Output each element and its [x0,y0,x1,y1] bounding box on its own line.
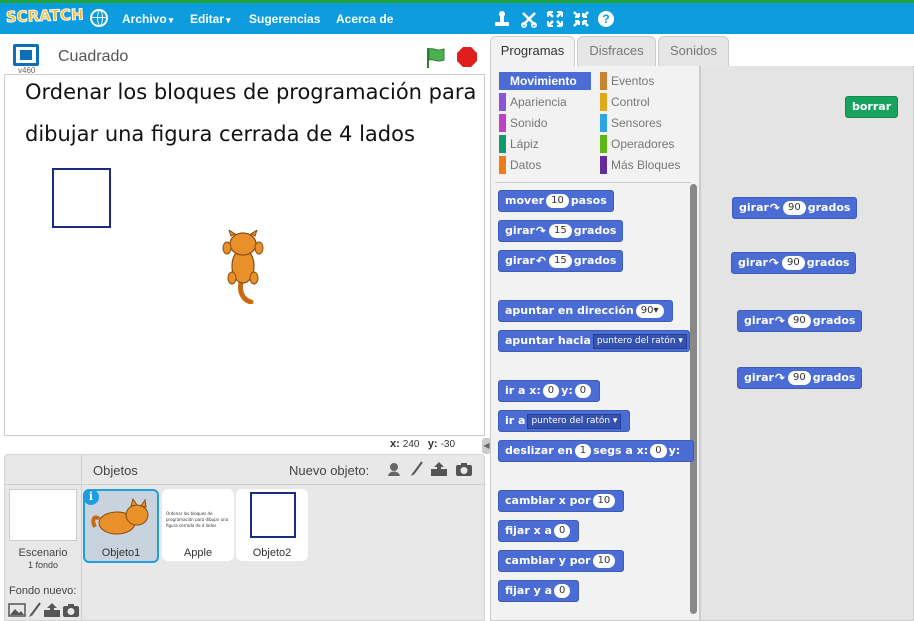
apple-thumbnail-text: Ordenar los bloques de programación para… [166,511,229,528]
block-deslizar[interactable]: deslizar en 1 segs a x: 0 y: [498,440,694,462]
duplicate-icon[interactable] [493,10,511,28]
script-block-girar[interactable]: girar↷ 90 grados [737,310,863,332]
choose-sprite-library-icon[interactable] [385,461,403,477]
category-operadores[interactable]: Operadores [600,135,692,153]
square-thumbnail-icon [250,492,296,538]
help-icon[interactable]: ? [598,11,614,27]
info-icon[interactable]: i [83,489,99,505]
block-apuntar-hacia[interactable]: apuntar hacia puntero del ratón ▾ [498,330,690,352]
stage-text-line1: Ordenar los bloques de programación para [25,80,477,104]
grow-icon[interactable] [546,10,564,28]
block-apuntar-direccion[interactable]: apuntar en dirección 90▾ [498,300,673,322]
block-cambiar-y[interactable]: cambiar y por 10 [498,550,625,572]
block-palette: Movimiento Eventos Apariencia Control So… [490,66,700,621]
shrink-icon[interactable] [572,10,590,28]
language-globe-icon[interactable] [90,9,108,27]
scratch-logo[interactable]: SCRATCH [5,5,84,32]
rotate-right-icon: ↷ [774,314,785,328]
block-ir-a-xy[interactable]: ir a x: 0 y: 0 [498,380,601,402]
stage-thumbnail[interactable] [9,489,77,541]
fullscreen-icon[interactable] [13,44,39,66]
category-mas-bloques[interactable]: Más Bloques [600,156,692,174]
rotate-right-icon: ↷ [535,224,546,238]
editor-tabs: Programas Disfraces Sonidos [490,36,914,67]
menu-acerca-de[interactable]: Acerca de [336,12,393,26]
tab-disfraces[interactable]: Disfraces [577,36,656,66]
block-girar-derecha[interactable]: girar↷ 15 grados [498,220,624,242]
drawn-square [52,168,111,228]
camera-backdrop-icon[interactable] [62,602,80,618]
script-block-girar[interactable]: girar↷ 90 grados [731,252,857,274]
category-sonido[interactable]: Sonido [499,114,591,132]
chevron-down-icon: ▾ [226,15,231,25]
stage[interactable]: Ordenar los bloques de programación para… [4,74,485,436]
sprite-pane: Objetos Nuevo objeto: Escenario 1 fondo … [4,454,486,621]
backdrop-library-icon[interactable] [8,602,26,618]
new-backdrop-label: Fondo nuevo: [9,585,77,597]
paint-brush-icon[interactable] [408,461,426,477]
stage-header: v460 Cuadrado [4,38,485,75]
script-block-girar[interactable]: girar↷ 90 grados [737,367,863,389]
cat-thumbnail-icon [91,497,149,535]
block-fijar-x[interactable]: fijar x a0 [498,520,580,542]
category-datos[interactable]: Datos [499,156,591,174]
script-block-girar[interactable]: girar↷ 90 grados [732,197,858,219]
sprite-apple[interactable]: Ordenar los bloques de programación para… [162,489,234,561]
rotate-right-icon: ↷ [774,371,785,385]
category-movimiento[interactable]: Movimiento [499,72,591,90]
palette-scrollbar[interactable] [690,184,697,614]
delete-icon[interactable] [520,10,538,28]
stage-label: Escenario [18,547,68,559]
paint-backdrop-icon[interactable] [26,602,44,618]
tab-sonidos[interactable]: Sonidos [658,36,729,66]
chevron-down-icon: ▾ [168,15,174,25]
script-block-borrar[interactable]: borrar [845,96,899,118]
block-fijar-y[interactable]: fijar y a0 [498,580,580,602]
stop-icon[interactable] [456,46,478,68]
menu-archivo[interactable]: Archivo ▾ [122,12,173,26]
rotate-left-icon: ↶ [535,254,546,268]
menu-bar: SCRATCH Archivo ▾ Editar ▾ Sugerencias Ace… [0,0,914,34]
block-cambiar-x[interactable]: cambiar x por 10 [498,490,625,512]
category-apariencia[interactable]: Apariencia [499,93,591,111]
objects-label: Objetos [93,463,138,478]
menu-sugerencias[interactable]: Sugerencias [249,12,320,26]
mouse-coordinates: x: 240 y: -30 [390,438,456,450]
tab-programas[interactable]: Programas [490,36,575,67]
project-title[interactable]: Cuadrado [58,48,128,66]
category-control[interactable]: Control [600,93,692,111]
upload-backdrop-icon[interactable] [43,602,61,618]
category-lapiz[interactable]: Lápiz [499,135,591,153]
cat-sprite[interactable] [221,230,267,304]
block-mover-pasos[interactable]: mover 10 pasos [498,190,614,212]
block-girar-izquierda[interactable]: girar↶ 15 grados [498,250,624,272]
stage-text-line2: dibujar una figura cerrada de 4 lados [25,122,415,146]
sprite-objeto1[interactable]: i Objeto1 [83,489,159,563]
rotate-right-icon: ↷ [768,256,779,270]
sprite-objeto2[interactable]: Objeto2 [236,489,308,561]
scripts-area[interactable]: borrar girar↷ 90 grados girar↷ 90 grados gir… [700,66,914,621]
block-ir-a[interactable]: ir a puntero del ratón ▾ [498,410,631,432]
upload-icon[interactable] [430,461,448,477]
category-eventos[interactable]: Eventos [600,72,692,90]
green-flag-icon[interactable] [424,46,448,70]
rotate-right-icon: ↷ [769,201,780,215]
category-sensores[interactable]: Sensores [600,114,692,132]
new-object-label: Nuevo objeto: [289,463,370,478]
backdrop-count: 1 fondo [27,560,59,570]
camera-icon[interactable] [455,461,473,477]
menu-editar[interactable]: Editar ▾ [190,12,231,26]
